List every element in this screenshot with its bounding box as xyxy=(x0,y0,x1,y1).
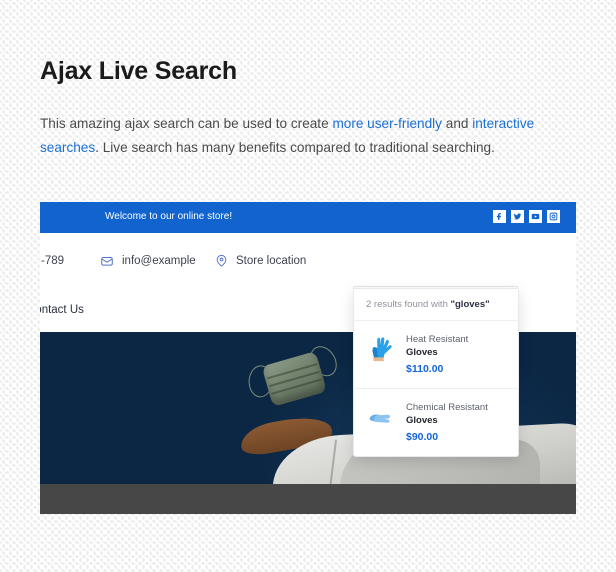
mask-pleat xyxy=(266,363,318,379)
paragraph-text-2: and xyxy=(441,115,473,131)
intro-section: Ajax Live Search This amazing ajax searc… xyxy=(40,57,576,160)
facebook-icon[interactable] xyxy=(493,210,506,223)
instagram-icon[interactable] xyxy=(547,210,560,223)
page-title: Ajax Live Search xyxy=(40,57,237,85)
product-name-line-1: Chemical Resistant xyxy=(406,402,488,413)
twitter-icon[interactable] xyxy=(511,210,524,223)
list-item[interactable]: Heat Resistant Gloves $110.00 xyxy=(354,321,518,389)
welcome-message: Welcome to our online store! xyxy=(105,211,233,222)
results-summary: 2 results found with "gloves" xyxy=(354,289,518,321)
contact-location[interactable]: Store location xyxy=(215,254,306,267)
contact-row: -789 info@example Store location xyxy=(40,233,576,317)
results-summary-term: "gloves" xyxy=(450,299,490,310)
social-links xyxy=(493,210,560,223)
contact-email[interactable]: info@example xyxy=(100,254,196,268)
intro-paragraph: This amazing ajax search can be used to … xyxy=(40,112,576,160)
blue-glove-icon xyxy=(365,332,397,364)
location-pin-icon xyxy=(215,254,228,267)
mask-body xyxy=(261,351,327,407)
light-blue-glove-icon xyxy=(365,400,397,432)
paragraph-text-1: This amazing ajax search can be used to … xyxy=(40,115,333,131)
page-root: Ajax Live Search This amazing ajax searc… xyxy=(0,0,616,572)
nav-item-contact-us[interactable]: Contact Us xyxy=(40,304,84,316)
mask-pleat xyxy=(269,370,320,387)
contact-email-label: info@example xyxy=(122,255,196,267)
results-summary-prefix: 2 results found with xyxy=(366,299,451,310)
search-results-dropdown: 2 results found with "gloves" Heat Resis… xyxy=(353,288,519,457)
product-price: $90.00 xyxy=(406,431,439,443)
product-name-line-2: Gloves xyxy=(406,415,438,426)
product-name-line-2: Gloves xyxy=(406,347,438,358)
youtube-icon[interactable] xyxy=(529,210,542,223)
link-more-user-friendly[interactable]: more user-friendly xyxy=(332,116,442,131)
paragraph-text-3: . Live search has many benefits compared… xyxy=(95,139,495,155)
mask-pleat xyxy=(271,378,322,395)
envelope-icon xyxy=(100,254,114,268)
contact-phone[interactable]: -789 xyxy=(40,254,64,267)
product-price: $110.00 xyxy=(406,363,444,375)
contact-location-label: Store location xyxy=(236,254,307,267)
site-topbar: Welcome to our online store! xyxy=(40,202,576,233)
lab-coat-lapel xyxy=(328,439,338,484)
product-name-line-1: Heat Resistant xyxy=(406,334,469,345)
result-info: Heat Resistant Gloves $110.00 xyxy=(406,332,468,377)
contact-phone-label: -789 xyxy=(41,254,65,267)
site-footer xyxy=(40,484,576,514)
list-item[interactable]: Chemical Resistant Gloves $90.00 xyxy=(354,389,518,456)
result-info: Chemical Resistant Gloves $90.00 xyxy=(406,400,488,445)
